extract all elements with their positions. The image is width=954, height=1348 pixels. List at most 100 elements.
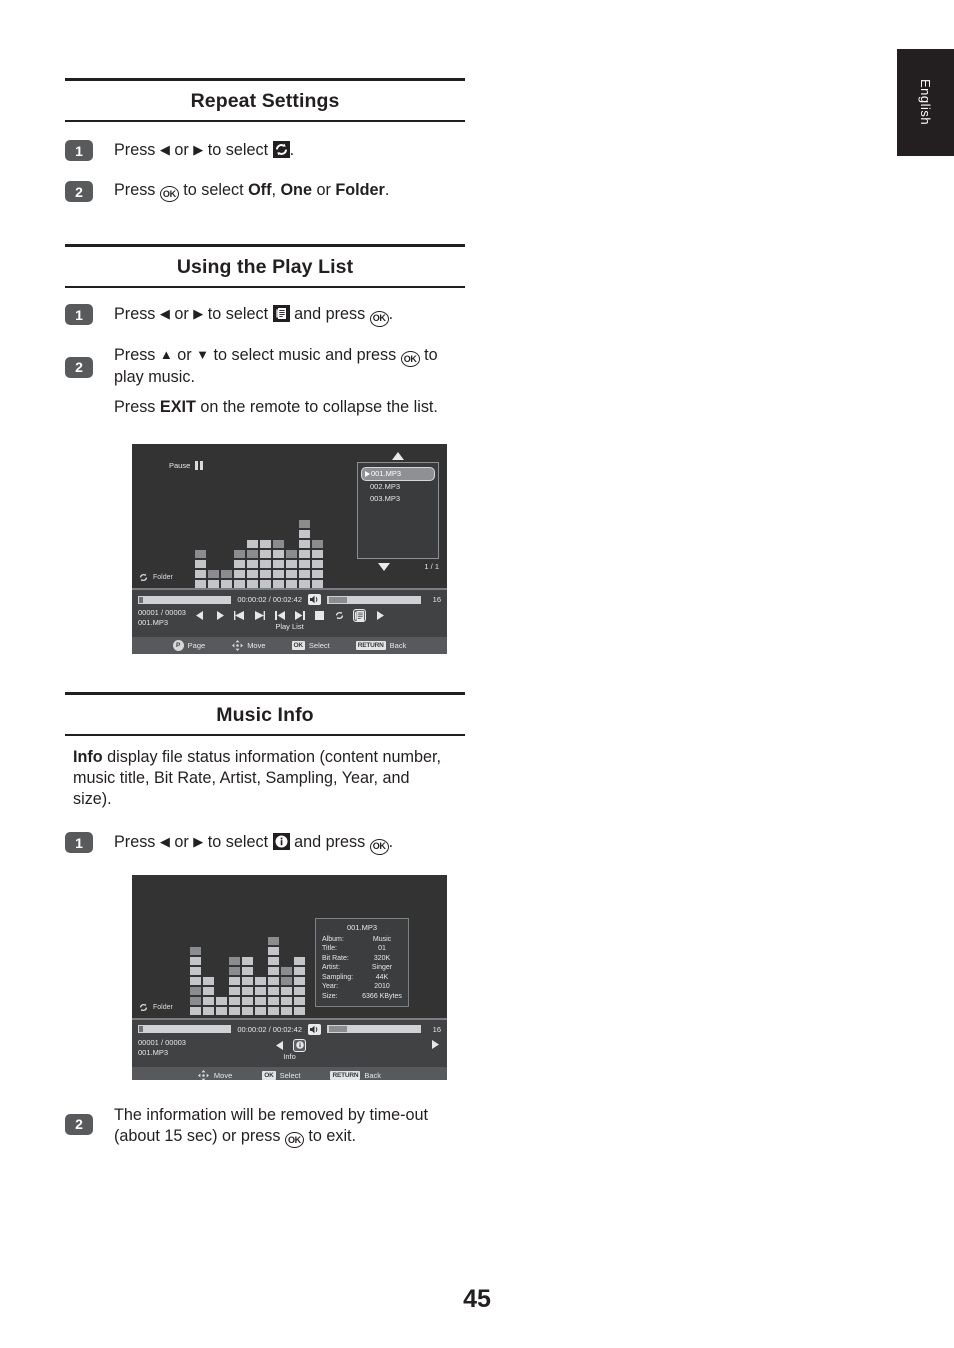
tv-screen-content: Pause 001.MP3 002.MP3 003.MP3 1 / 1 Fold… xyxy=(132,444,447,589)
comma: , xyxy=(271,181,276,199)
info-row: Size: 6366 KBytes xyxy=(322,992,402,1002)
ok-key-icon: OK xyxy=(159,186,179,203)
info-row: Album: Music xyxy=(322,935,402,945)
step-text: Press ◀ or ▶ to select . xyxy=(114,138,294,161)
play-icon[interactable] xyxy=(213,609,226,622)
equalizer-column xyxy=(216,996,227,1015)
volume-bar[interactable] xyxy=(327,595,421,604)
step-text-to-select: to select xyxy=(183,181,244,199)
step-music-info-2: 2 The information will be removed by tim… xyxy=(65,1104,465,1148)
tv-help-bar: P Page Move OK Select RETURN Back xyxy=(132,637,447,655)
step-playlist-2: 2 Press ▲ or ▼ to select music and press… xyxy=(65,343,465,418)
step-text-press: Press xyxy=(114,305,156,324)
exit-key-label: EXIT xyxy=(159,398,196,417)
equalizer-column xyxy=(247,540,258,589)
speaker-icon[interactable] xyxy=(308,594,321,606)
playlist-icon[interactable] xyxy=(353,609,366,623)
help-item-select: OK Select xyxy=(291,641,330,651)
step-text-press-exit: Press xyxy=(114,398,156,417)
repeat-icon[interactable] xyxy=(333,609,346,622)
scroll-up-icon[interactable] xyxy=(392,452,404,461)
left-triangle-icon: ◀ xyxy=(159,306,170,322)
help-label: Move xyxy=(247,641,266,651)
language-tab: English xyxy=(897,49,954,156)
fast-forward-icon[interactable] xyxy=(253,609,266,622)
right-triangle-icon: ▶ xyxy=(193,306,204,322)
step-text: Press OK to select Off, One or Folder. xyxy=(114,179,389,203)
skip-next-icon[interactable] xyxy=(293,609,306,622)
left-triangle-icon: ◀ xyxy=(159,834,170,850)
dpad-icon xyxy=(231,640,243,652)
manual-page: Repeat Settings 1 Press ◀ or ▶ to select… xyxy=(65,0,465,1148)
info-key: Bit Rate: xyxy=(322,954,349,962)
up-triangle-icon: ▲ xyxy=(159,346,173,362)
list-item[interactable]: 001.MP3 xyxy=(361,467,435,482)
info-icon[interactable] xyxy=(293,1038,306,1052)
info-key: Size: xyxy=(322,992,338,1000)
ok-key-icon: OK xyxy=(369,310,389,327)
track-counter: 00001 / 00003 xyxy=(138,608,186,618)
right-triangle-icon: ▶ xyxy=(193,142,204,157)
next-arrow-icon[interactable] xyxy=(431,1039,439,1051)
music-info-description: Info display file status information (co… xyxy=(73,747,441,810)
volume-bar[interactable] xyxy=(327,1025,421,1034)
step-number-badge: 2 xyxy=(65,356,93,378)
equalizer-column xyxy=(234,550,245,589)
step-text-or: or xyxy=(177,345,192,364)
step-text: Press ◀ or ▶ to select and press OK. xyxy=(114,302,393,327)
prev-arrow-icon[interactable] xyxy=(193,609,206,622)
stop-icon[interactable] xyxy=(313,609,326,622)
info-value: 6366 KBytes xyxy=(362,992,402,1000)
music-info-panel: 001.MP3 Album: Music Title: 01 Bit Rate: 32… xyxy=(315,917,409,1008)
option-off: Off xyxy=(248,181,272,199)
help-label: Page xyxy=(187,641,206,651)
list-item[interactable]: 003.MP3 xyxy=(358,493,438,505)
selected-control-label: Info xyxy=(283,1051,296,1061)
skip-previous-icon[interactable] xyxy=(273,609,286,622)
progress-bar[interactable] xyxy=(138,595,232,604)
info-key: Year: xyxy=(322,983,339,991)
ok-key-icon: OK xyxy=(284,1131,304,1148)
step-text-timeout: The information will be removed by time-… xyxy=(114,1105,428,1145)
repeat-icon xyxy=(139,1003,148,1011)
step-text-and-press: and press xyxy=(294,833,366,852)
tv-help-bar: Move OK Select RETURN Back xyxy=(132,1066,447,1080)
equalizer-column xyxy=(190,946,201,1015)
tv-screen-play-list: Pause 001.MP3 002.MP3 003.MP3 1 / 1 Fold… xyxy=(132,444,447,655)
repeat-icon xyxy=(272,141,290,158)
down-triangle-icon: ▼ xyxy=(196,346,210,362)
playback-status-label: Pause xyxy=(169,461,191,471)
list-item[interactable]: 002.MP3 xyxy=(358,481,438,493)
rewind-icon[interactable] xyxy=(233,609,246,622)
section-repeat-settings: Repeat Settings 1 Press ◀ or ▶ to select… xyxy=(65,78,465,203)
repeat-mode-indicator: Folder xyxy=(138,1002,173,1013)
time-display: 00:00:02 / 00:02:42 xyxy=(237,595,302,605)
progress-bar[interactable] xyxy=(138,1025,232,1034)
ok-key-icon: OK xyxy=(400,351,420,368)
equalizer-column xyxy=(203,976,214,1015)
help-item-select: OK Select xyxy=(262,1070,300,1080)
pause-icon xyxy=(195,461,204,471)
equalizer-column xyxy=(268,936,279,1015)
next-arrow-icon[interactable] xyxy=(373,609,386,622)
help-item-page: P Page xyxy=(172,640,206,652)
info-value: 44K xyxy=(375,973,389,981)
equalizer-column xyxy=(294,956,305,1015)
step-text: Press ▲ or ▼ to select music and press O… xyxy=(114,343,465,418)
step-music-info-1: 1 Press ◀ or ▶ to select and press OK. xyxy=(65,830,465,855)
help-item-back: RETURN Back xyxy=(330,1070,381,1080)
prev-arrow-icon[interactable] xyxy=(273,1039,286,1052)
play-list-panel[interactable]: 001.MP3 002.MP3 003.MP3 1 / 1 xyxy=(357,452,439,571)
tv-screen-music-info: 001.MP3 Album: Music Title: 01 Bit Rate: 32… xyxy=(132,874,447,1080)
info-panel-title: 001.MP3 xyxy=(346,922,378,932)
equalizer-column xyxy=(221,570,232,589)
info-row: Artist: Singer xyxy=(322,963,402,973)
speaker-icon[interactable] xyxy=(308,1023,321,1035)
info-value: 2010 xyxy=(374,983,390,991)
p-key-icon: P xyxy=(172,640,184,652)
step-number-badge: 2 xyxy=(65,181,93,202)
scroll-down-icon[interactable] xyxy=(377,562,390,571)
step-repeat-1: 1 Press ◀ or ▶ to select . xyxy=(65,138,465,161)
step-text: Press ◀ or ▶ to select and press OK. xyxy=(114,830,393,855)
info-key: Album: xyxy=(322,935,344,943)
